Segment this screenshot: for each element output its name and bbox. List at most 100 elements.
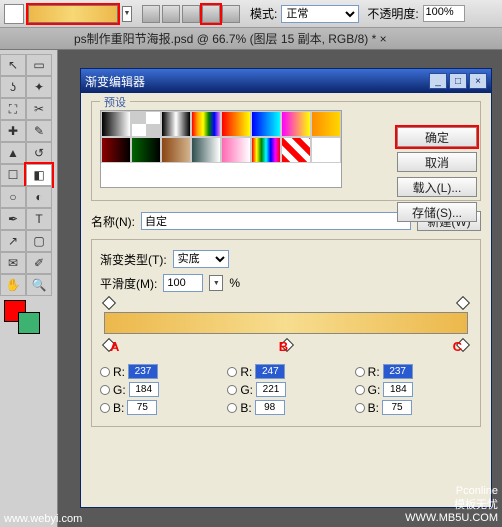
gradient-strip[interactable] xyxy=(104,312,468,334)
rgb-radio[interactable] xyxy=(355,403,365,413)
smoothness-dropdown[interactable] xyxy=(209,275,223,291)
watermark-left: www.webyi.com xyxy=(4,513,82,525)
heal-tool[interactable]: ✚ xyxy=(0,120,26,142)
preset-swatch[interactable] xyxy=(221,111,251,137)
rgb-column-1: R:G:B: xyxy=(227,364,344,418)
diamond-gradient-btn[interactable] xyxy=(222,5,240,23)
rgb-input-g[interactable] xyxy=(383,382,413,397)
notes-tool[interactable]: ✉ xyxy=(0,252,26,274)
preset-swatch[interactable] xyxy=(101,111,131,137)
marquee-tool[interactable]: ▭ xyxy=(26,54,52,76)
eraser-tool[interactable]: ☐ xyxy=(0,164,26,186)
rgb-radio[interactable] xyxy=(355,385,365,395)
ok-button[interactable]: 确定 xyxy=(397,127,477,147)
rgb-label: R: xyxy=(240,365,252,379)
lasso-tool[interactable]: ʖ xyxy=(0,76,26,98)
rgb-column-2: R:G:B: xyxy=(355,364,472,418)
rgb-label: B: xyxy=(368,401,379,415)
rgb-columns: R:G:B:R:G:B:R:G:B: xyxy=(100,364,472,418)
cancel-button[interactable]: 取消 xyxy=(397,152,477,172)
wand-tool[interactable]: ✦ xyxy=(26,76,52,98)
history-brush-tool[interactable]: ↺ xyxy=(26,142,52,164)
preset-swatch[interactable] xyxy=(191,137,221,163)
linear-gradient-btn[interactable] xyxy=(142,5,160,23)
percent-label: % xyxy=(229,276,240,290)
gradient-type-select[interactable]: 实底 xyxy=(173,250,229,268)
preset-swatch[interactable] xyxy=(221,137,251,163)
rgb-label: G: xyxy=(368,383,381,397)
rgb-radio[interactable] xyxy=(100,385,110,395)
gradient-type-label: 渐变类型(T): xyxy=(100,251,167,268)
preset-swatch[interactable] xyxy=(101,137,131,163)
brush-tool[interactable]: ✎ xyxy=(26,120,52,142)
gradient-preview[interactable] xyxy=(28,5,118,23)
rgb-column-0: R:G:B: xyxy=(100,364,217,418)
maximize-btn[interactable]: □ xyxy=(449,73,467,89)
shape-tool[interactable]: ▢ xyxy=(26,230,52,252)
load-button[interactable]: 载入(L)... xyxy=(397,177,477,197)
gradient-dropdown[interactable] xyxy=(122,6,132,22)
preset-swatch[interactable] xyxy=(161,137,191,163)
rgb-radio[interactable] xyxy=(227,367,237,377)
rgb-radio[interactable] xyxy=(227,403,237,413)
mode-label: 模式: xyxy=(250,5,277,22)
rgb-input-g[interactable] xyxy=(256,382,286,397)
reflected-gradient-btn[interactable] xyxy=(202,5,220,23)
rgb-input-r[interactable] xyxy=(383,364,413,379)
rgb-input-b[interactable] xyxy=(255,400,285,415)
type-tool[interactable]: T xyxy=(26,208,52,230)
preset-grid[interactable] xyxy=(100,110,342,188)
gradient-type-group xyxy=(142,5,240,23)
slice-tool[interactable]: ✂ xyxy=(26,98,52,120)
presets-legend: 预设 xyxy=(100,94,130,110)
preset-swatch[interactable] xyxy=(281,111,311,137)
preset-swatch[interactable] xyxy=(161,111,191,137)
move-tool[interactable]: ↖ xyxy=(0,54,26,76)
preset-swatch[interactable] xyxy=(131,111,161,137)
save-button[interactable]: 存储(S)... xyxy=(397,202,477,222)
rgb-radio[interactable] xyxy=(100,403,110,413)
hand-tool[interactable]: ✋ xyxy=(0,274,26,296)
radial-gradient-btn[interactable] xyxy=(162,5,180,23)
opacity-stop-right[interactable] xyxy=(456,296,470,310)
dodge-tool[interactable]: ◐ xyxy=(26,186,52,208)
rgb-radio[interactable] xyxy=(355,367,365,377)
preset-swatch[interactable] xyxy=(281,137,311,163)
preset-swatch[interactable] xyxy=(311,111,341,137)
preset-swatch[interactable] xyxy=(191,111,221,137)
zoom-tool[interactable]: 🔍 xyxy=(26,274,52,296)
blur-tool[interactable]: ○ xyxy=(0,186,26,208)
label-a: A xyxy=(110,339,119,354)
background-color[interactable] xyxy=(18,312,40,334)
document-tab[interactable]: ps制作重阳节海报.psd @ 66.7% (图层 15 副本, RGB/8) … xyxy=(74,30,387,47)
gradient-tool[interactable]: ◧ xyxy=(26,164,52,186)
preset-swatch[interactable] xyxy=(311,137,341,163)
smoothness-label: 平滑度(M): xyxy=(100,275,157,292)
rgb-radio[interactable] xyxy=(227,385,237,395)
blend-mode-select[interactable]: 正常 xyxy=(281,5,359,23)
preset-swatch[interactable] xyxy=(131,137,161,163)
rgb-input-r[interactable] xyxy=(128,364,158,379)
pen-tool[interactable]: ✒ xyxy=(0,208,26,230)
rgb-input-r[interactable] xyxy=(255,364,285,379)
stamp-tool[interactable]: ▲ xyxy=(0,142,26,164)
rgb-input-b[interactable] xyxy=(127,400,157,415)
smoothness-input[interactable] xyxy=(163,274,203,292)
path-tool[interactable]: ↗ xyxy=(0,230,26,252)
rgb-input-g[interactable] xyxy=(129,382,159,397)
rgb-input-b[interactable] xyxy=(382,400,412,415)
opacity-stop-left[interactable] xyxy=(102,296,116,310)
gradient-bar[interactable]: A B C xyxy=(104,312,468,336)
eyedropper-tool[interactable]: ✐ xyxy=(26,252,52,274)
preset-swatch[interactable] xyxy=(251,111,281,137)
preset-swatch[interactable] xyxy=(251,137,281,163)
rgb-radio[interactable] xyxy=(100,367,110,377)
angle-gradient-btn[interactable] xyxy=(182,5,200,23)
opacity-input[interactable]: 100% xyxy=(423,5,465,22)
crop-tool[interactable]: ⛶ xyxy=(0,98,26,120)
close-btn[interactable]: × xyxy=(469,73,487,89)
name-input[interactable] xyxy=(141,212,411,230)
label-c: C xyxy=(453,339,462,354)
toolbox: ↖▭ ʖ✦ ⛶✂ ✚✎ ▲↺ ☐◧ ○◐ ✒T ↗▢ ✉✐ ✋🔍 xyxy=(0,50,58,527)
minimize-btn[interactable]: _ xyxy=(429,73,447,89)
